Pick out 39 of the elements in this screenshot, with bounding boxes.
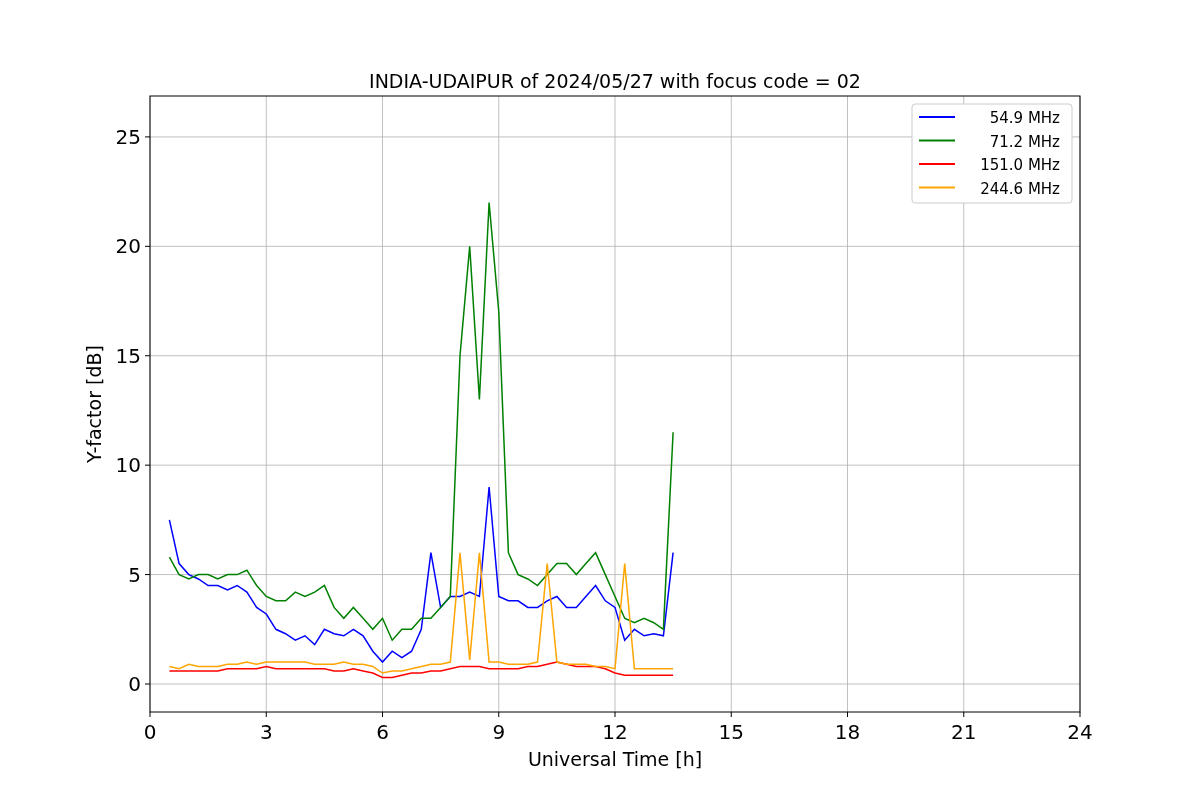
legend-label: 71.2 MHz	[989, 132, 1060, 151]
tick-mark	[730, 711, 732, 718]
tick-label: 12	[602, 720, 628, 744]
tick-mark	[614, 711, 616, 718]
axis-label: Y-factor [dB]	[83, 345, 105, 463]
legend-label: 54.9 MHz	[989, 109, 1060, 127]
tick-label: 10	[115, 453, 141, 478]
tick-label: 6	[376, 720, 389, 744]
tick-label: 15	[115, 343, 141, 368]
tick-mark	[963, 711, 965, 718]
tick-mark	[149, 711, 151, 718]
legend-swatch	[918, 139, 956, 142]
tick-mark	[382, 711, 383, 718]
tick-mark	[144, 574, 151, 576]
legend-swatch	[918, 186, 956, 189]
tick-mark	[847, 711, 848, 718]
tick-label: 9	[492, 720, 506, 744]
tick-mark	[144, 245, 151, 247]
tick-label: 25	[115, 124, 141, 149]
tick-mark	[265, 711, 267, 718]
tick-label: 20	[115, 234, 141, 259]
tick-label: 3	[259, 720, 273, 744]
legend-label: 244.6 MHz	[980, 179, 1060, 198]
tick-label: 24	[1067, 720, 1093, 744]
tick-label: 15	[718, 720, 744, 744]
tick-label: 5	[128, 562, 141, 587]
tick-label: 21	[951, 720, 977, 744]
axis-label: Universal Time [h]	[527, 748, 703, 770]
tick-mark	[498, 711, 500, 718]
tick-mark	[1079, 711, 1081, 718]
chart-title: INDIA-UDAIPUR of 2024/05/27 with focus code = 02	[369, 70, 861, 92]
tick-mark	[144, 683, 151, 685]
tick-mark	[144, 464, 151, 466]
tick-label: 18	[834, 720, 861, 744]
legend-label: 151.0 MHz	[980, 156, 1060, 174]
tick-mark	[144, 355, 151, 357]
tick-label: 0	[128, 672, 141, 696]
tick-label: 0	[143, 720, 157, 744]
tick-mark	[144, 136, 151, 138]
